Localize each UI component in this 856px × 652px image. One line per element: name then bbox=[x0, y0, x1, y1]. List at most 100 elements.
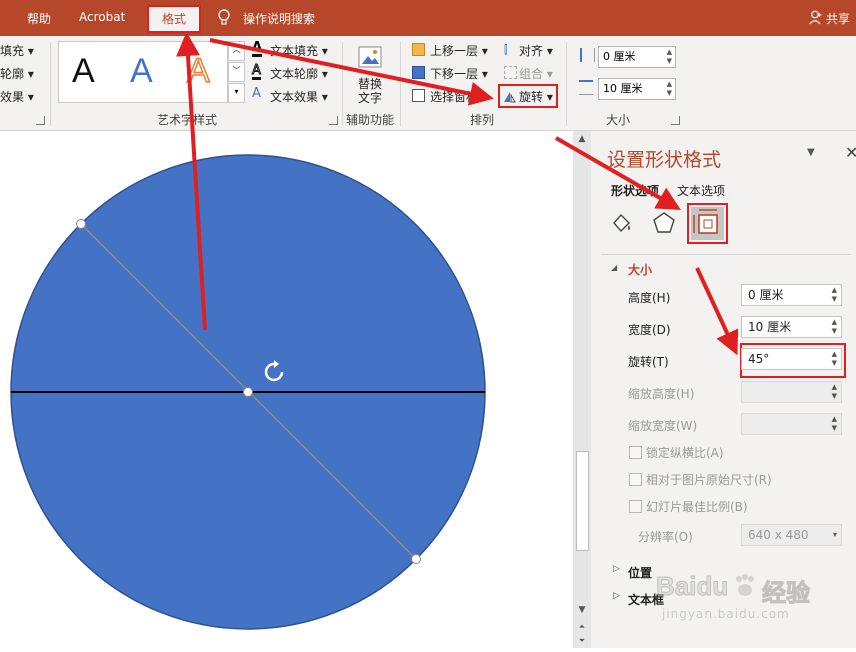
section-position-header[interactable]: 位置 bbox=[628, 564, 652, 581]
shape-fill-menu[interactable]: 填充 ▾ bbox=[0, 42, 34, 59]
resolution-select[interactable]: 640 x 480 ▾ bbox=[741, 524, 842, 546]
watermark-brand: Baidu bbox=[655, 571, 729, 602]
watermark-brand-cn: 经验 bbox=[762, 579, 811, 608]
scroll-down-arrow[interactable]: ▼ bbox=[573, 602, 591, 618]
wordart-launcher[interactable] bbox=[329, 116, 338, 125]
group-label-wordart: 艺术字样式 bbox=[157, 113, 218, 127]
text-fill-menu[interactable]: 文本填充 ▾ bbox=[270, 42, 328, 59]
group-objects-icon bbox=[504, 66, 517, 79]
next-slide-arrow[interactable]: ⏷ bbox=[573, 634, 591, 647]
ribbon-width-field[interactable]: 10 厘米 ▲ ▼ bbox=[598, 78, 676, 100]
selection-pane-icon bbox=[412, 89, 425, 102]
align-button[interactable]: 对齐 ▾ bbox=[519, 42, 553, 59]
close-icon[interactable]: ✕ bbox=[845, 143, 856, 162]
shape-styles-launcher[interactable] bbox=[36, 116, 45, 125]
send-backward-button[interactable]: 下移一层 ▾ bbox=[430, 65, 488, 82]
size-launcher[interactable] bbox=[671, 116, 680, 125]
scroll-up-arrow[interactable]: ▲ bbox=[573, 131, 591, 147]
tell-me-search[interactable]: 操作说明搜索 bbox=[243, 10, 315, 27]
wordart-style-black[interactable]: A bbox=[72, 52, 95, 91]
wordart-gallery-scroll[interactable]: ︿ ﹀ ▾ bbox=[228, 41, 245, 103]
line-center-handle[interactable] bbox=[243, 387, 253, 397]
width-field[interactable]: 10 厘米 ▲ ▼ bbox=[741, 316, 842, 338]
tab-format[interactable]: 格式 bbox=[147, 5, 201, 33]
rotate-icon bbox=[503, 88, 516, 107]
group-divider bbox=[566, 42, 567, 126]
tab-help[interactable]: 帮助 bbox=[27, 10, 51, 27]
tab-acrobat[interactable]: Acrobat bbox=[79, 10, 125, 24]
paw-icon bbox=[732, 573, 758, 603]
pane-options-chevron-icon[interactable]: ▼ bbox=[807, 147, 815, 158]
send-backward-icon bbox=[412, 66, 425, 79]
fill-line-icon[interactable] bbox=[610, 211, 634, 239]
scroll-thumb[interactable] bbox=[576, 451, 589, 551]
best-scale-label: 幻灯片最佳比例(B) bbox=[646, 500, 748, 514]
group-label-size: 大小 bbox=[606, 113, 631, 127]
share-button[interactable]: 共享 bbox=[826, 10, 850, 27]
alt-text-button[interactable]: 替换 文字 bbox=[352, 43, 390, 105]
canvas-vertical-scrollbar[interactable]: ▲ ▼ ⏶ ⏷ bbox=[573, 131, 591, 648]
tab-shape-options[interactable]: 形状选项 bbox=[611, 182, 659, 199]
ribbon-tab-bar: 帮助 Acrobat 格式 操作说明搜索 共享 bbox=[0, 0, 856, 36]
alt-text-icon bbox=[358, 46, 382, 68]
ribbon-height-field[interactable]: 0 厘米 ▲ ▼ bbox=[598, 46, 676, 68]
gallery-up-button[interactable]: ︿ bbox=[228, 41, 245, 61]
rotation-label: 旋转(T) bbox=[628, 355, 669, 369]
group-divider bbox=[342, 42, 343, 126]
text-effects-menu[interactable]: 文本效果 ▾ bbox=[270, 88, 328, 105]
text-outline-icon: A bbox=[252, 63, 261, 80]
scale-height-label: 缩放高度(H) bbox=[628, 387, 695, 401]
group-objects-button[interactable]: 组合 ▾ bbox=[519, 65, 553, 82]
format-shape-pane: 设置形状格式 ▼ ✕ 形状选项 文本选项 ◢ 大小 高度(H) 0 厘米 ▲ ▼ 宽… bbox=[591, 131, 856, 648]
bring-forward-icon bbox=[412, 43, 425, 56]
section-position-expand-icon[interactable]: ▷ bbox=[613, 564, 620, 574]
line-end-handle[interactable] bbox=[411, 554, 421, 564]
group-divider bbox=[50, 42, 51, 126]
align-icon: ⫿ bbox=[504, 43, 508, 56]
rotate-button[interactable]: 旋转 ▾ bbox=[519, 88, 553, 105]
width-label: 宽度(D) bbox=[628, 323, 671, 337]
best-scale-checkbox[interactable] bbox=[629, 500, 642, 513]
lightbulb-icon bbox=[217, 9, 231, 30]
lock-aspect-checkbox[interactable] bbox=[629, 446, 642, 459]
gallery-down-button[interactable]: ﹀ bbox=[228, 62, 245, 82]
effects-pentagon-icon[interactable] bbox=[652, 211, 676, 239]
height-label: 高度(H) bbox=[628, 291, 671, 305]
resolution-label: 分辨率(O) bbox=[638, 530, 693, 544]
section-size-header[interactable]: 大小 bbox=[628, 261, 652, 278]
gallery-more-button[interactable]: ▾ bbox=[228, 83, 245, 103]
size-properties-icon[interactable] bbox=[691, 207, 724, 240]
shape-effects-menu[interactable]: 效果 ▾ bbox=[0, 88, 34, 105]
scale-height-field[interactable]: ▲ ▼ bbox=[741, 381, 842, 403]
text-fill-icon: A bbox=[252, 40, 263, 57]
prev-slide-arrow[interactable]: ⏶ bbox=[573, 620, 591, 633]
shape-height-icon bbox=[580, 48, 595, 62]
rotation-field[interactable]: 45° ▲ ▼ bbox=[741, 348, 842, 370]
selection-pane-button[interactable]: 选择窗格 bbox=[430, 88, 478, 105]
watermark-url: jingyan.baidu.com bbox=[662, 607, 790, 621]
group-label-arrange: 排列 bbox=[470, 113, 495, 127]
wordart-style-orange-outline[interactable]: A bbox=[186, 51, 210, 91]
relative-original-label: 相对于图片原始尺寸(R) bbox=[646, 473, 772, 487]
slide-shapes bbox=[10, 154, 486, 630]
section-textbox-expand-icon[interactable]: ▷ bbox=[613, 591, 620, 601]
shape-width-icon bbox=[579, 80, 593, 95]
shape-outline-menu[interactable]: 轮廓 ▾ bbox=[0, 65, 34, 82]
scale-width-field[interactable]: ▲ ▼ bbox=[741, 413, 842, 435]
group-label-accessibility: 辅助功能 bbox=[346, 113, 395, 127]
alt-text-label-line2: 文字 bbox=[358, 91, 383, 105]
relative-original-checkbox[interactable] bbox=[629, 473, 642, 486]
text-outline-menu[interactable]: 文本轮廓 ▾ bbox=[270, 65, 328, 82]
lock-aspect-label: 锁定纵横比(A) bbox=[646, 446, 724, 460]
line-start-handle[interactable] bbox=[76, 219, 86, 229]
slide-canvas[interactable] bbox=[0, 131, 573, 648]
pane-title: 设置形状格式 bbox=[607, 149, 722, 171]
bring-forward-button[interactable]: 上移一层 ▾ bbox=[430, 42, 488, 59]
section-size-expand-icon[interactable]: ◢ bbox=[611, 263, 617, 272]
scale-width-label: 缩放宽度(W) bbox=[628, 419, 698, 433]
text-effects-icon: A bbox=[252, 86, 261, 101]
height-field[interactable]: 0 厘米 ▲ ▼ bbox=[741, 284, 842, 306]
pane-divider bbox=[601, 254, 851, 255]
tab-text-options[interactable]: 文本选项 bbox=[677, 182, 725, 199]
wordart-style-blue[interactable]: A bbox=[130, 52, 153, 91]
